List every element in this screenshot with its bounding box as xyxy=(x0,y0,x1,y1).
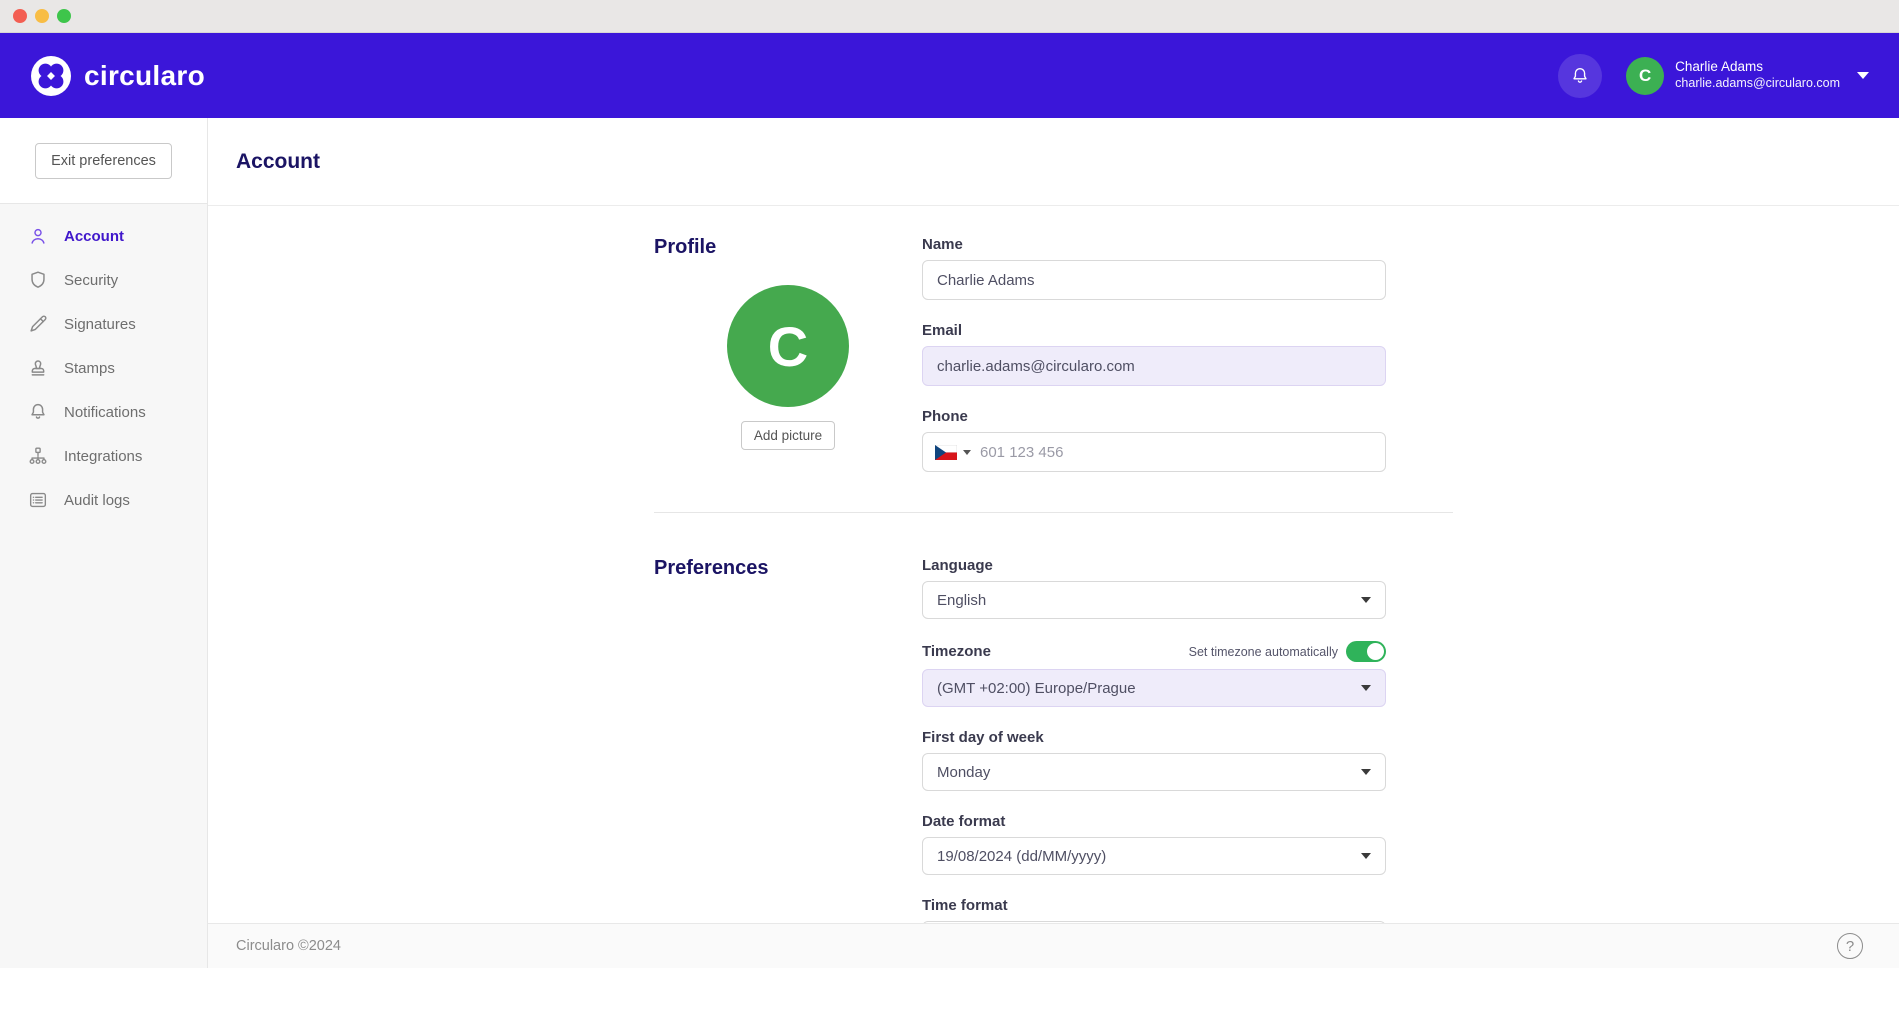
phone-input[interactable] xyxy=(978,443,1373,462)
email-field xyxy=(922,346,1386,386)
help-button[interactable]: ? xyxy=(1837,933,1863,959)
date-format-value: 19/08/2024 (dd/MM/yyyy) xyxy=(937,848,1106,865)
sidebar-item-notifications[interactable]: Notifications xyxy=(0,390,207,434)
copyright-text: Circularo ©2024 xyxy=(236,938,341,954)
chevron-down-icon xyxy=(963,450,971,455)
user-icon xyxy=(27,225,49,247)
chevron-down-icon xyxy=(1361,769,1371,775)
question-mark-icon: ? xyxy=(1846,938,1854,955)
brand-wordmark: circularo xyxy=(84,60,205,92)
page-title: Account xyxy=(236,150,320,174)
chevron-down-icon xyxy=(1361,597,1371,603)
first-day-value: Monday xyxy=(937,764,990,781)
profile-section: Profile C Add picture Name Email xyxy=(654,236,1899,472)
add-picture-button[interactable]: Add picture xyxy=(741,421,835,450)
minimize-window-button[interactable] xyxy=(35,9,49,23)
section-divider xyxy=(654,512,1453,513)
stamp-icon xyxy=(27,357,49,379)
sidebar-item-label: Notifications xyxy=(64,404,146,421)
profile-heading: Profile xyxy=(654,236,922,259)
close-window-button[interactable] xyxy=(13,9,27,23)
timezone-select: (GMT +02:00) Europe/Prague xyxy=(922,669,1386,707)
zoom-window-button[interactable] xyxy=(57,9,71,23)
sidebar-item-security[interactable]: Security xyxy=(0,258,207,302)
brand-logo[interactable]: circularo xyxy=(30,55,205,97)
sidebar-item-label: Signatures xyxy=(64,316,136,333)
app-header: circularo C Charlie Adams charlie.adams@… xyxy=(0,33,1899,118)
sidebar-item-label: Integrations xyxy=(64,448,142,465)
name-label: Name xyxy=(922,236,1386,253)
list-icon xyxy=(27,489,49,511)
window-titlebar xyxy=(0,0,1899,33)
sitemap-icon xyxy=(27,445,49,467)
sidebar-item-stamps[interactable]: Stamps xyxy=(0,346,207,390)
language-select[interactable]: English xyxy=(922,581,1386,619)
phone-label: Phone xyxy=(922,408,1386,425)
name-field[interactable] xyxy=(922,260,1386,300)
language-value: English xyxy=(937,592,986,609)
user-email: charlie.adams@circularo.com xyxy=(1675,76,1840,92)
user-avatar: C xyxy=(1626,57,1664,95)
account-content: Profile C Add picture Name Email xyxy=(208,206,1899,923)
timezone-auto-label: Set timezone automatically xyxy=(1189,645,1338,659)
footer: Circularo ©2024 ? xyxy=(208,923,1899,968)
date-format-label: Date format xyxy=(922,813,1386,830)
czech-flag-icon[interactable] xyxy=(935,445,971,460)
timezone-label: Timezone xyxy=(922,643,991,660)
preferences-heading: Preferences xyxy=(654,557,922,580)
user-menu[interactable]: C Charlie Adams charlie.adams@circularo.… xyxy=(1626,57,1869,95)
chevron-down-icon xyxy=(1361,853,1371,859)
sidebar-item-label: Stamps xyxy=(64,360,115,377)
sidebar-item-signatures[interactable]: Signatures xyxy=(0,302,207,346)
phone-field xyxy=(922,432,1386,472)
sidebar-item-label: Security xyxy=(64,272,118,289)
profile-avatar: C xyxy=(727,285,849,407)
first-day-label: First day of week xyxy=(922,729,1386,746)
page-header: Account xyxy=(208,118,1899,206)
sidebar-nav: Account Security Signatures xyxy=(0,204,207,522)
language-label: Language xyxy=(922,557,1386,574)
timezone-value: (GMT +02:00) Europe/Prague xyxy=(937,680,1136,697)
sidebar-item-label: Account xyxy=(64,228,124,245)
chevron-down-icon xyxy=(1857,72,1869,79)
time-format-label: Time format xyxy=(922,897,1386,914)
notifications-button[interactable] xyxy=(1558,54,1602,98)
sidebar-item-label: Audit logs xyxy=(64,492,130,509)
preferences-sidebar: Exit preferences Account Security xyxy=(0,118,208,968)
chevron-down-icon xyxy=(1361,685,1371,691)
sidebar-item-integrations[interactable]: Integrations xyxy=(0,434,207,478)
user-name: Charlie Adams xyxy=(1675,59,1840,76)
bell-icon xyxy=(1569,65,1591,87)
email-label: Email xyxy=(922,322,1386,339)
sidebar-item-account[interactable]: Account xyxy=(0,214,207,258)
sidebar-item-audit-logs[interactable]: Audit logs xyxy=(0,478,207,522)
first-day-select[interactable]: Monday xyxy=(922,753,1386,791)
circularo-logo-icon xyxy=(30,55,72,97)
preferences-section: Preferences Language English Timezone xyxy=(654,557,1899,923)
pen-icon xyxy=(27,313,49,335)
timezone-auto-toggle[interactable] xyxy=(1346,641,1386,662)
exit-preferences-button[interactable]: Exit preferences xyxy=(35,143,172,179)
shield-icon xyxy=(27,269,49,291)
bell-icon xyxy=(27,401,49,423)
date-format-select[interactable]: 19/08/2024 (dd/MM/yyyy) xyxy=(922,837,1386,875)
